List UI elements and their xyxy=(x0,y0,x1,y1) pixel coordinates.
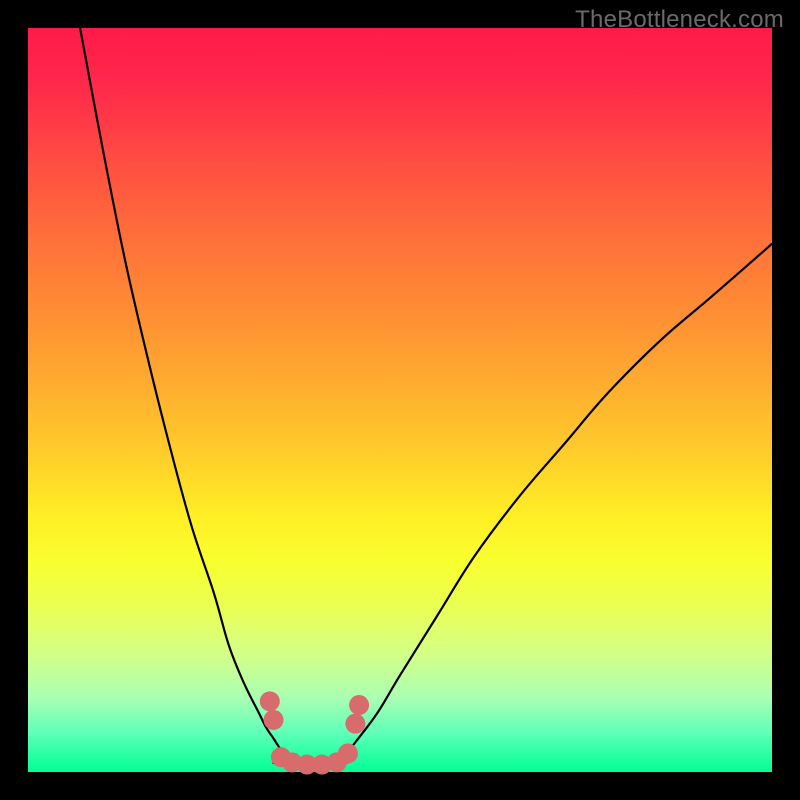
marker-group xyxy=(260,691,369,774)
left-curve xyxy=(80,28,296,761)
data-point xyxy=(338,743,358,763)
watermark-text: TheBottleneck.com xyxy=(575,6,784,34)
data-point xyxy=(345,714,365,734)
data-point xyxy=(264,710,284,730)
right-curve xyxy=(340,244,772,761)
data-point xyxy=(260,691,280,711)
chart-svg xyxy=(28,28,772,772)
chart-frame: TheBottleneck.com xyxy=(0,0,800,800)
plot-area xyxy=(28,28,772,772)
data-point xyxy=(349,695,369,715)
